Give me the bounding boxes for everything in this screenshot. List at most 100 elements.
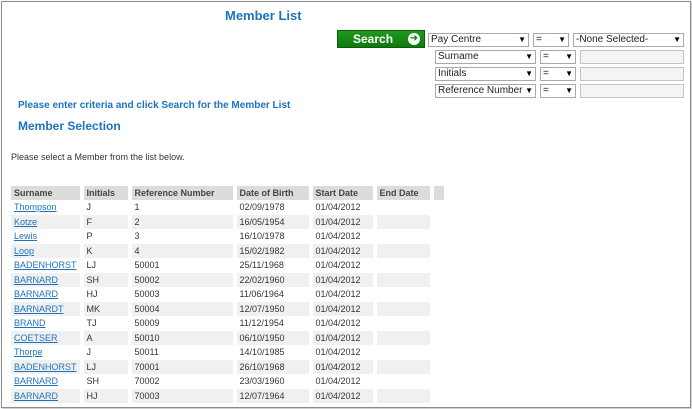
cell-reference-number: 70001	[131, 359, 237, 374]
cell-start-date: 01/04/2012	[312, 301, 377, 316]
member-surname-link[interactable]: BRAND	[14, 318, 46, 328]
member-surname-link[interactable]: BARNARD	[14, 376, 58, 386]
cell-surname: BADENHORST	[11, 258, 84, 273]
column-header-end-date[interactable]: End Date	[376, 186, 434, 200]
cell-surname: BARNARD	[11, 272, 84, 287]
cell-end-date	[377, 345, 434, 360]
cell-surname: BARNARD	[11, 388, 84, 403]
member-surname-link[interactable]: BADENHORST	[14, 260, 77, 270]
chevron-down-icon: ▼	[673, 35, 681, 44]
cell-start-date: 01/04/2012	[313, 374, 377, 389]
reference-number-field-select[interactable]: Reference Number ▼	[435, 84, 536, 98]
column-header-start-date[interactable]: Start Date	[312, 186, 377, 200]
table-row[interactable]: BARNARD SH 50002 22/02/1960 01/04/2012	[11, 272, 448, 287]
cell-end-date	[376, 330, 434, 345]
table-row[interactable]: BADENHORST LJ 50001 25/11/1968 01/04/2012	[11, 258, 448, 273]
member-surname-link[interactable]: Thorpe	[14, 347, 43, 357]
table-row[interactable]: BADENHORST LJ 70001 26/10/1968 01/04/2012	[11, 359, 448, 374]
cell-date-of-birth: 12/07/1950	[236, 301, 313, 316]
member-surname-link[interactable]: BARNARD	[14, 391, 58, 401]
chevron-down-icon: ▼	[525, 52, 533, 61]
cell-date-of-birth: 11/06/1964	[237, 287, 313, 302]
table-row[interactable]: COETSER A 50010 06/10/1950 01/04/2012	[11, 330, 448, 345]
cell-surname: Lewis	[11, 229, 84, 244]
cell-initials: LJ	[83, 359, 132, 374]
reference-number-operator-select[interactable]: = ▼	[540, 84, 576, 98]
surname-value-input[interactable]	[580, 50, 684, 64]
cell-date-of-birth: 06/10/1950	[236, 330, 313, 345]
cell-reference-number: 50010	[131, 330, 237, 345]
table-row[interactable]: BARNARD SH 70002 23/03/1960 01/04/2012	[11, 374, 448, 389]
member-surname-link[interactable]: Lewis	[14, 231, 37, 241]
chevron-down-icon: ▼	[525, 69, 533, 78]
column-header-surname[interactable]: Surname	[11, 186, 84, 200]
initials-field-select[interactable]: Initials ▼	[435, 67, 536, 81]
table-row[interactable]: Loop K 4 15/02/1982 01/04/2012	[11, 243, 448, 258]
cell-reference-number: 50002	[131, 272, 237, 287]
table-row[interactable]: BARNARD HJ 70003 12/07/1964 01/04/2012	[11, 388, 448, 403]
cell-reference-number: 2	[131, 214, 237, 229]
table-header-row: Surname Initials Reference Number Date o…	[11, 186, 448, 200]
cell-end-date	[377, 374, 434, 389]
cell-reference-number: 70003	[131, 388, 237, 403]
chevron-down-icon: ▼	[565, 86, 573, 95]
cell-date-of-birth: 15/02/1982	[236, 243, 313, 258]
cell-start-date: 01/04/2012	[312, 243, 377, 258]
chevron-down-icon: ▼	[558, 35, 566, 44]
cell-reference-number: 50004	[131, 301, 237, 316]
member-surname-link[interactable]: Kotze	[14, 217, 37, 227]
member-surname-link[interactable]: BARNARD	[14, 289, 58, 299]
member-list-panel: Member List Search ➜ Pay Centre ▼ = ▼ -Non…	[1, 1, 691, 408]
cell-surname: BARNARD	[11, 287, 84, 302]
pay-centre-value-select[interactable]: -None Selected- ▼	[573, 33, 684, 47]
table-row[interactable]: Kotze F 2 16/05/1954 01/04/2012	[11, 214, 448, 229]
cell-start-date: 01/04/2012	[312, 272, 377, 287]
column-header-reference-number[interactable]: Reference Number	[131, 186, 237, 200]
cell-initials: SH	[83, 272, 132, 287]
member-surname-link[interactable]: Loop	[14, 246, 34, 256]
member-surname-link[interactable]: COETSER	[14, 333, 58, 343]
initials-value-input[interactable]	[580, 67, 684, 81]
cell-start-date: 01/04/2012	[313, 287, 377, 302]
cell-end-date	[376, 359, 434, 374]
reference-number-value-input[interactable]	[580, 84, 684, 98]
table-row[interactable]: Thompson J 1 02/09/1978 01/04/2012	[11, 200, 448, 215]
chevron-down-icon: ▼	[565, 52, 573, 61]
table-row[interactable]: Thorpe J 50011 14/10/1985 01/04/2012	[11, 345, 448, 360]
cell-surname: BRAND	[11, 316, 84, 331]
member-surname-link[interactable]: BARNARD	[14, 275, 58, 285]
search-button[interactable]: Search ➜	[337, 30, 425, 48]
cell-end-date	[377, 258, 434, 273]
instruction-text: Please select a Member from the list bel…	[11, 152, 185, 162]
table-row[interactable]: BRAND TJ 50009 11/12/1954 01/04/2012	[11, 316, 448, 331]
table-row[interactable]: BARNARDT MK 50004 12/07/1950 01/04/2012	[11, 301, 448, 316]
chevron-down-icon: ▼	[565, 69, 573, 78]
chevron-down-icon: ▼	[525, 86, 533, 95]
cell-surname: BARNARDT	[11, 301, 84, 316]
cell-date-of-birth: 12/07/1964	[236, 388, 313, 403]
member-surname-link[interactable]: BARNARDT	[14, 304, 64, 314]
column-header-date-of-birth[interactable]: Date of Birth	[236, 186, 313, 200]
member-table: Surname Initials Reference Number Date o…	[11, 186, 448, 403]
column-header-initials[interactable]: Initials	[83, 186, 132, 200]
table-row[interactable]: Lewis P 3 16/10/1978 01/04/2012	[11, 229, 448, 244]
cell-reference-number: 50009	[132, 316, 237, 331]
member-surname-link[interactable]: BADENHORST	[14, 362, 77, 372]
cell-end-date	[377, 229, 434, 244]
cell-initials: J	[84, 345, 132, 360]
cell-start-date: 01/04/2012	[312, 359, 377, 374]
initials-operator-select[interactable]: = ▼	[540, 67, 576, 81]
table-row[interactable]: BARNARD HJ 50003 11/06/1964 01/04/2012	[11, 287, 448, 302]
cell-initials: MK	[83, 301, 132, 316]
cell-reference-number: 70002	[132, 374, 237, 389]
pay-centre-field-select[interactable]: Pay Centre ▼	[428, 33, 529, 47]
cell-date-of-birth: 11/12/1954	[237, 316, 313, 331]
cell-date-of-birth: 14/10/1985	[237, 345, 313, 360]
surname-field-select[interactable]: Surname ▼	[435, 50, 536, 64]
pay-centre-operator-select[interactable]: = ▼	[533, 33, 569, 47]
cell-end-date	[376, 301, 434, 316]
cell-start-date: 01/04/2012	[313, 200, 377, 215]
search-button-label: Search	[353, 32, 394, 46]
member-surname-link[interactable]: Thompson	[14, 202, 57, 212]
surname-operator-select[interactable]: = ▼	[540, 50, 576, 64]
